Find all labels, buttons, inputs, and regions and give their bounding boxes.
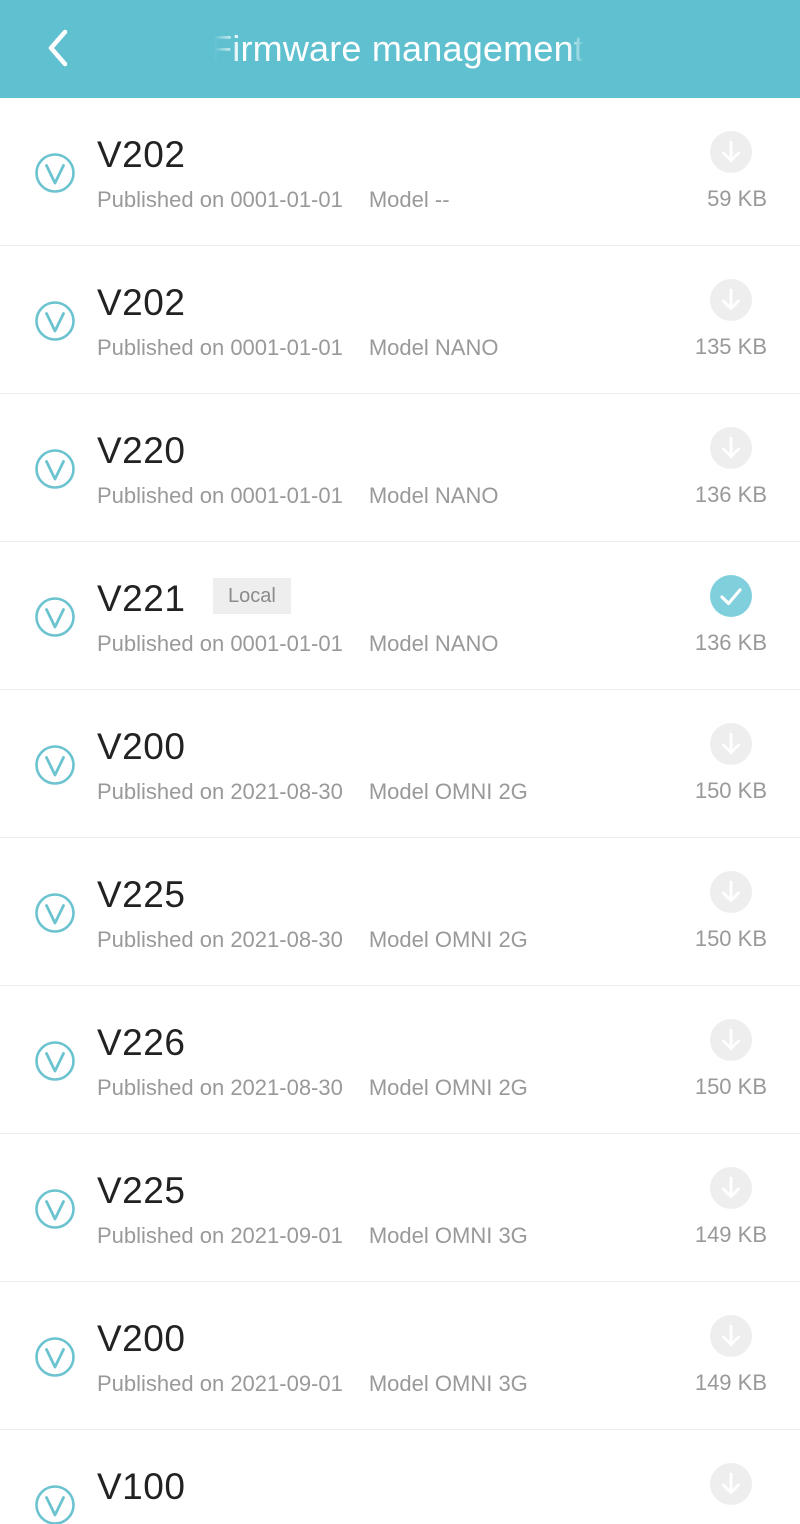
title-fade <box>568 22 584 78</box>
file-size: 150 KB <box>694 778 767 803</box>
firmware-meta: Published on 2021-08-30 Model OMNI 2G <box>97 1075 528 1101</box>
v-firmware-icon <box>35 597 75 637</box>
firmware-version: V226 <box>97 1022 186 1063</box>
file-size: 150 KB <box>694 1074 767 1099</box>
file-size: 136 KB <box>694 630 767 655</box>
model-name: Model OMNI 2G <box>368 927 528 952</box>
v-firmware-icon <box>35 449 75 489</box>
firmware-version: V200 <box>97 1318 186 1359</box>
firmware-meta: Published on 2021-09-01 Model OMNI 3G <box>97 1371 528 1397</box>
v-firmware-icon <box>35 1189 75 1229</box>
firmware-meta: Published on 2021-08-30 Model OMNI 2G <box>97 779 528 805</box>
firmware-version: V220 <box>97 430 186 471</box>
page-title: Firmware management <box>214 28 584 69</box>
model-name: Model OMNI 2G <box>368 779 528 804</box>
download-icon[interactable] <box>709 1314 753 1358</box>
download-icon[interactable] <box>709 278 753 322</box>
firmware-version: V202 <box>97 282 186 323</box>
firmware-list-item[interactable]: V200 Published on 2021-08-30 Model OMNI 2… <box>0 690 800 838</box>
firmware-meta: Published on 0001-01-01 Model -- <box>97 187 450 213</box>
firmware-list-item[interactable]: V200 Published on 2021-09-01 Model OMNI 3… <box>0 1282 800 1430</box>
firmware-meta: Published on 0001-01-01 Model NANO <box>97 631 498 657</box>
v-firmware-icon <box>35 1485 75 1524</box>
firmware-meta: Published on 0001-01-01 Model NANO <box>97 335 498 361</box>
file-size: 136 KB <box>694 482 767 507</box>
download-icon[interactable] <box>709 870 753 914</box>
firmware-list-item[interactable]: V225 Published on 2021-09-01 Model OMNI 3… <box>0 1134 800 1282</box>
download-icon[interactable] <box>709 130 753 174</box>
file-size: 135 KB <box>694 334 767 359</box>
back-button[interactable] <box>36 26 80 70</box>
firmware-list-item[interactable]: V226 Published on 2021-08-30 Model OMNI 2… <box>0 986 800 1134</box>
publish-date: Published on 0001-01-01 <box>97 483 343 508</box>
file-size: 149 KB <box>694 1222 767 1247</box>
firmware-version: V225 <box>97 874 186 915</box>
firmware-list-item[interactable]: V100 <box>0 1430 800 1524</box>
model-name: Model OMNI 3G <box>368 1223 528 1248</box>
title-fade <box>214 22 240 78</box>
download-icon[interactable] <box>709 1166 753 1210</box>
firmware-list-item[interactable]: V202 Published on 0001-01-01 Model -- 59 … <box>0 98 800 246</box>
local-badge: Local <box>213 578 291 614</box>
firmware-list: V202 Published on 0001-01-01 Model -- 59 … <box>0 98 800 1524</box>
firmware-list-item[interactable]: V220 Published on 0001-01-01 Model NANO 1… <box>0 394 800 542</box>
model-name: Model NANO <box>368 335 499 360</box>
model-name: Model -- <box>368 187 450 212</box>
firmware-version: V225 <box>97 1170 186 1211</box>
model-name: Model OMNI 3G <box>368 1371 528 1396</box>
publish-date: Published on 2021-08-30 <box>97 779 343 804</box>
model-name: Model NANO <box>368 631 499 656</box>
publish-date: Published on 2021-09-01 <box>97 1371 343 1396</box>
firmware-version: V202 <box>97 134 186 175</box>
chevron-left-icon <box>48 29 68 67</box>
file-size: 150 KB <box>694 926 767 951</box>
download-icon[interactable] <box>709 426 753 470</box>
firmware-list-item[interactable]: V221 Local Published on 0001-01-01 Model … <box>0 542 800 690</box>
download-icon[interactable] <box>709 722 753 766</box>
v-firmware-icon <box>35 153 75 193</box>
firmware-meta: Published on 2021-09-01 Model OMNI 3G <box>97 1223 528 1249</box>
firmware-version: V200 <box>97 726 186 767</box>
firmware-meta <box>97 1519 123 1524</box>
v-firmware-icon <box>35 1041 75 1081</box>
publish-date: Published on 0001-01-01 <box>97 631 343 656</box>
firmware-version: V100 <box>97 1466 186 1507</box>
check-icon <box>710 575 752 617</box>
firmware-list-item[interactable]: V202 Published on 0001-01-01 Model NANO 1… <box>0 246 800 394</box>
firmware-meta: Published on 2021-08-30 Model OMNI 2G <box>97 927 528 953</box>
app-header: Firmware management <box>0 0 800 98</box>
publish-date: Published on 0001-01-01 <box>97 335 343 360</box>
model-name: Model OMNI 2G <box>368 1075 528 1100</box>
firmware-list-item[interactable]: V225 Published on 2021-08-30 Model OMNI 2… <box>0 838 800 986</box>
publish-date: Published on 2021-08-30 <box>97 927 343 952</box>
firmware-version: V221 <box>97 578 186 619</box>
publish-date: Published on 0001-01-01 <box>97 187 343 212</box>
v-firmware-icon <box>35 745 75 785</box>
firmware-meta: Published on 0001-01-01 Model NANO <box>97 483 498 509</box>
publish-date: Published on 2021-09-01 <box>97 1223 343 1248</box>
publish-date: Published on 2021-08-30 <box>97 1075 343 1100</box>
download-icon[interactable] <box>709 1018 753 1062</box>
model-name: Model NANO <box>368 483 499 508</box>
v-firmware-icon <box>35 893 75 933</box>
v-firmware-icon <box>35 1337 75 1377</box>
page-title-container: Firmware management <box>214 22 584 78</box>
file-size: 149 KB <box>694 1370 767 1395</box>
download-icon[interactable] <box>709 1462 753 1506</box>
file-size: 59 KB <box>707 186 767 211</box>
v-firmware-icon <box>35 301 75 341</box>
